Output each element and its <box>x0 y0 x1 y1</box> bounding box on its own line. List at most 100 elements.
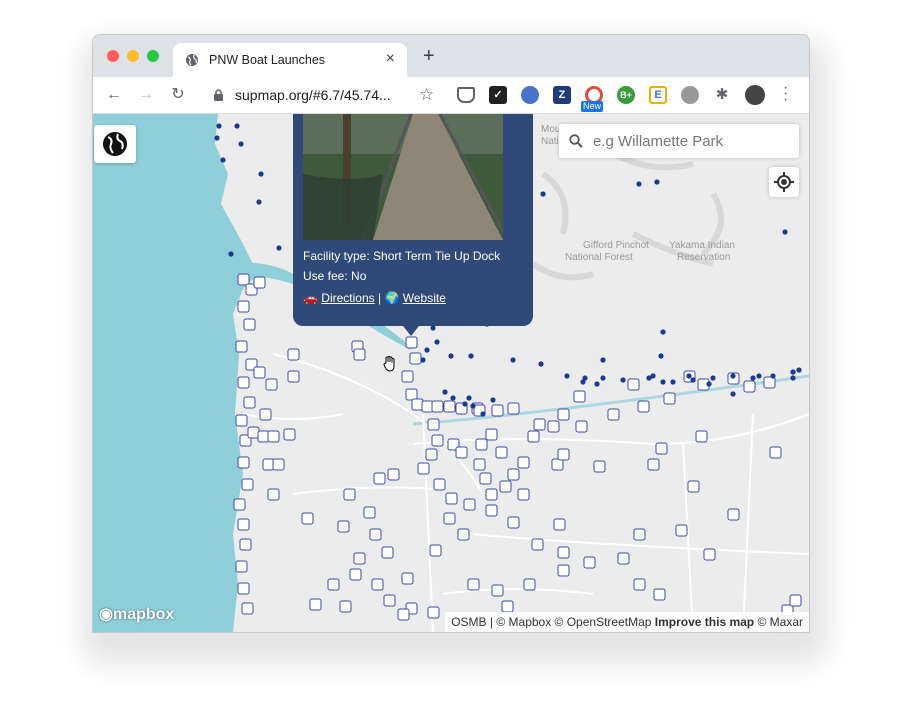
launch-dot[interactable] <box>490 397 496 403</box>
launch-marker[interactable] <box>257 430 270 443</box>
launch-marker[interactable] <box>443 512 456 525</box>
launch-marker[interactable] <box>235 414 248 427</box>
improve-map-link[interactable]: Improve this map <box>655 615 754 629</box>
launch-marker[interactable] <box>687 480 700 493</box>
launch-marker[interactable] <box>417 462 430 475</box>
launch-marker[interactable] <box>769 446 782 459</box>
launch-marker[interactable] <box>259 408 272 421</box>
launch-marker[interactable] <box>387 468 400 481</box>
launch-marker[interactable] <box>485 504 498 517</box>
launch-marker[interactable] <box>237 582 250 595</box>
launch-dot[interactable] <box>442 389 448 395</box>
launch-dot[interactable] <box>538 361 544 367</box>
launch-dot[interactable] <box>636 181 642 187</box>
launch-dot[interactable] <box>216 123 222 129</box>
launch-dot[interactable] <box>730 391 736 397</box>
launch-marker[interactable] <box>337 520 350 533</box>
directions-link[interactable]: Directions <box>321 291 374 305</box>
launch-marker[interactable] <box>343 488 356 501</box>
bplus-icon[interactable]: B+ <box>617 86 635 104</box>
reload-icon[interactable]: ↻ <box>169 86 187 104</box>
launch-marker[interactable] <box>507 468 520 481</box>
launch-marker[interactable] <box>301 512 314 525</box>
launch-marker[interactable] <box>727 508 740 521</box>
map-canvas[interactable]: Gifford Pinchot National Forest Yakama I… <box>93 114 809 632</box>
launch-marker[interactable] <box>349 568 362 581</box>
launch-marker[interactable] <box>633 578 646 591</box>
launch-marker[interactable] <box>433 478 446 491</box>
tab-close-icon[interactable]: × <box>386 50 395 68</box>
launch-dot[interactable] <box>660 329 666 335</box>
launch-marker[interactable] <box>443 400 456 413</box>
launch-marker[interactable] <box>475 438 488 451</box>
launch-marker[interactable] <box>235 340 248 353</box>
launch-marker[interactable] <box>485 428 498 441</box>
launch-marker[interactable] <box>491 584 504 597</box>
launch-dot[interactable] <box>654 179 660 185</box>
maximize-window-button[interactable] <box>147 50 159 62</box>
launch-marker[interactable] <box>431 400 444 413</box>
launch-marker[interactable] <box>425 448 438 461</box>
launch-marker[interactable] <box>287 348 300 361</box>
launch-marker[interactable] <box>627 378 640 391</box>
launch-marker[interactable] <box>517 456 530 469</box>
launch-marker[interactable] <box>617 552 630 565</box>
launch-dot[interactable] <box>470 403 476 409</box>
bookmark-star-icon[interactable]: ☆ <box>419 85 434 105</box>
launch-marker[interactable] <box>703 548 716 561</box>
website-link[interactable]: Website <box>403 291 446 305</box>
minimize-window-button[interactable] <box>127 50 139 62</box>
launch-marker[interactable] <box>495 446 508 459</box>
launch-dot[interactable] <box>580 379 586 385</box>
launch-dot[interactable] <box>220 157 226 163</box>
launch-marker[interactable] <box>653 588 666 601</box>
launch-dot[interactable] <box>450 395 456 401</box>
launch-marker[interactable] <box>499 480 512 493</box>
launch-marker[interactable] <box>479 472 492 485</box>
launch-marker[interactable] <box>583 556 596 569</box>
launch-marker[interactable] <box>401 370 414 383</box>
launch-marker[interactable] <box>445 492 458 505</box>
address-bar[interactable]: supmap.org/#6.7/45.74... <box>235 87 391 103</box>
launch-marker[interactable] <box>339 600 352 613</box>
launch-marker[interactable] <box>237 300 250 313</box>
launch-marker[interactable] <box>663 392 676 405</box>
launch-marker[interactable] <box>327 578 340 591</box>
launch-dot[interactable] <box>540 191 546 197</box>
launch-marker[interactable] <box>607 408 620 421</box>
launch-marker[interactable] <box>237 376 250 389</box>
launch-dot[interactable] <box>238 141 244 147</box>
geolocate-button[interactable] <box>769 167 799 197</box>
launch-marker[interactable] <box>517 488 530 501</box>
launch-marker[interactable] <box>547 420 560 433</box>
launch-marker[interactable] <box>593 460 606 473</box>
launch-marker[interactable] <box>575 420 588 433</box>
launch-marker[interactable] <box>241 478 254 491</box>
launch-marker[interactable] <box>553 518 566 531</box>
feather-icon[interactable] <box>521 86 539 104</box>
launch-dot[interactable] <box>448 353 454 359</box>
launch-dot[interactable] <box>770 373 776 379</box>
launch-marker[interactable] <box>421 400 434 413</box>
launch-marker[interactable] <box>237 518 250 531</box>
launch-dot[interactable] <box>756 373 762 379</box>
launch-marker[interactable] <box>267 430 280 443</box>
launch-dot[interactable] <box>600 357 606 363</box>
launch-dot[interactable] <box>510 357 516 363</box>
launch-marker[interactable] <box>241 602 254 615</box>
launch-marker[interactable] <box>309 598 322 611</box>
launch-dot[interactable] <box>750 375 756 381</box>
menu-icon[interactable]: · · · <box>783 80 788 108</box>
launch-marker[interactable] <box>272 458 285 471</box>
launch-marker[interactable] <box>763 376 776 389</box>
launch-marker[interactable] <box>267 488 280 501</box>
launch-marker[interactable] <box>237 456 250 469</box>
launch-dot[interactable] <box>620 377 626 383</box>
launch-dot[interactable] <box>686 373 692 379</box>
launch-marker[interactable] <box>557 564 570 577</box>
launch-marker[interactable] <box>262 458 275 471</box>
launch-marker[interactable] <box>401 572 414 585</box>
launch-marker[interactable] <box>675 524 688 537</box>
launch-marker[interactable] <box>501 600 514 613</box>
launch-marker[interactable] <box>239 538 252 551</box>
